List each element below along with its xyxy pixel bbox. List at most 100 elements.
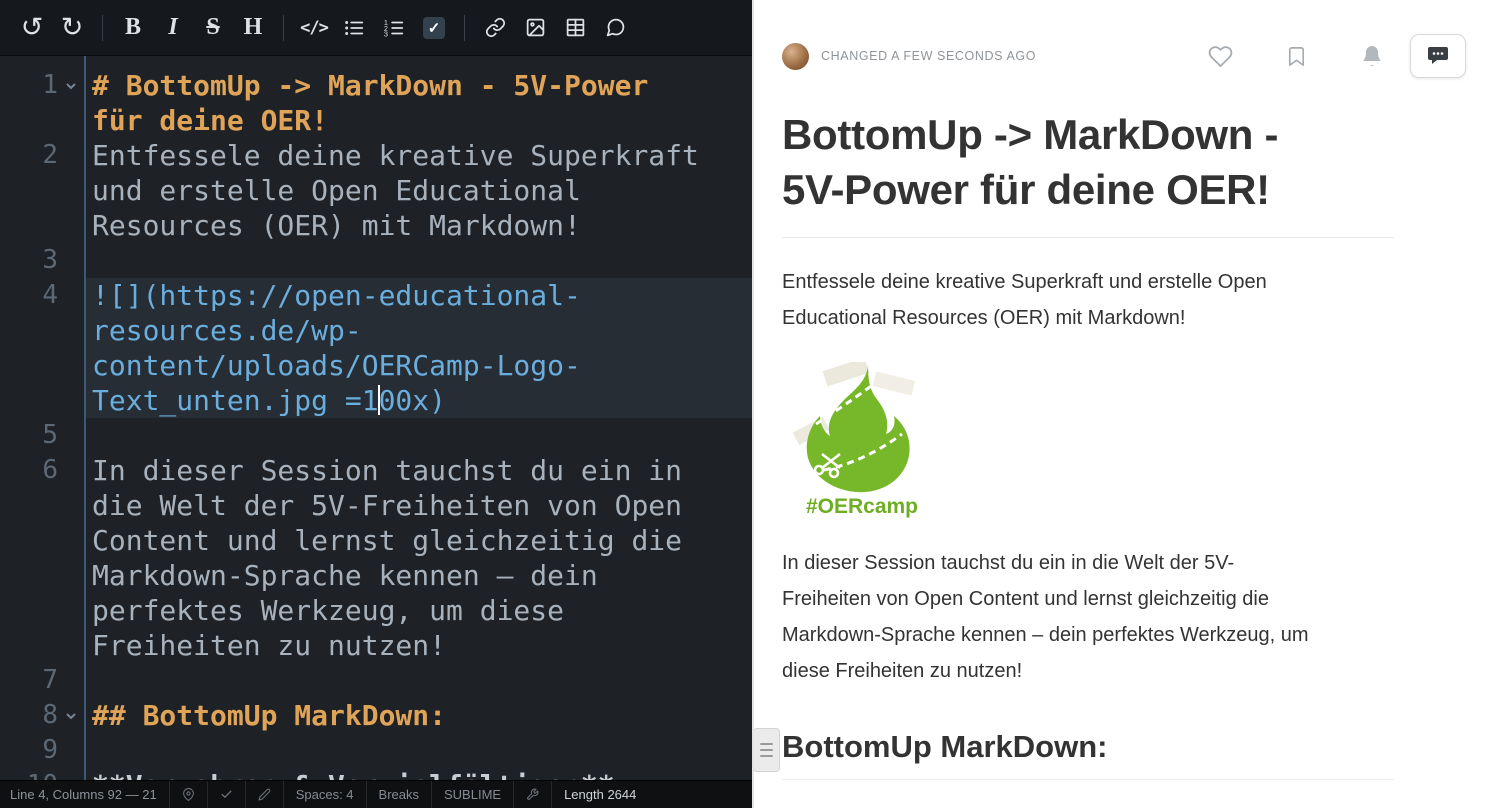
code-line-text[interactable]: Entfessele deine kreative Superkraft und… <box>86 138 752 243</box>
redo-icon: ↻ <box>61 12 84 43</box>
grip-line <box>760 755 773 757</box>
heading-icon: H <box>244 14 263 41</box>
line-number: 1 <box>0 68 58 103</box>
brush-icon <box>258 788 271 801</box>
image-button[interactable] <box>515 8 555 48</box>
code-line-text[interactable]: **Verwahren & Vervielfältigen** <box>86 768 752 780</box>
section-heading: BottomUp MarkDown: <box>782 729 1394 780</box>
editor-line: 8 ## BottomUp MarkDown: <box>0 698 752 733</box>
editor-line: 1 # BottomUp -> MarkDown - 5V-Power für … <box>0 68 752 138</box>
strikethrough-icon: S <box>206 14 219 41</box>
image-icon <box>525 17 546 38</box>
toolbar-divider <box>464 15 465 41</box>
oercamp-flame-logo <box>782 362 942 494</box>
line-gutter: 6 <box>0 453 84 663</box>
editor-pane: ↺ ↻ B I S H </> 123 ✓ <box>0 0 752 808</box>
editor-line: 6 In dieser Session tauchst du ein in di… <box>0 453 752 663</box>
spellcheck-status-button[interactable] <box>207 781 245 808</box>
undo-button[interactable]: ↺ <box>12 8 52 48</box>
url-text-before-cursor: ![](https://open-educational-resources.d… <box>92 279 581 417</box>
theme-brush-button[interactable] <box>245 781 283 808</box>
line-gutter: 5 <box>0 418 84 453</box>
code-line-text[interactable]: In dieser Session tauchst du ein in die … <box>86 453 752 663</box>
editor-line: 3 <box>0 243 752 278</box>
indent-setting[interactable]: Spaces: 4 <box>283 781 366 808</box>
editor-line-active: 4 ![](https://open-educational-resources… <box>0 278 752 418</box>
svg-text:3: 3 <box>384 29 388 38</box>
line-gutter: 4 <box>0 278 84 418</box>
heading-button[interactable]: H <box>233 8 273 48</box>
keymap-setting[interactable]: SUBLIME <box>431 781 513 808</box>
code-editor[interactable]: 1 # BottomUp -> MarkDown - 5V-Power für … <box>0 56 752 780</box>
editor-line: 5 <box>0 418 752 453</box>
checklist-icon: ✓ <box>423 17 445 39</box>
last-changed-label: CHANGED A FEW SECONDS AGO <box>821 49 1036 63</box>
line-number: 4 <box>0 278 58 313</box>
bell-icon <box>1360 44 1384 68</box>
open-comments-button[interactable] <box>1410 34 1466 78</box>
line-number: 6 <box>0 453 58 488</box>
bullet-list-icon <box>343 17 365 39</box>
comment-button[interactable] <box>595 8 635 48</box>
code-line-text[interactable] <box>86 418 752 453</box>
line-gutter: 1 <box>0 68 84 138</box>
speech-bubble-icon <box>1426 44 1450 68</box>
line-number: 7 <box>0 663 58 698</box>
code-line-text[interactable]: ![](https://open-educational-resources.d… <box>86 278 752 418</box>
page-title: BottomUp -> MarkDown - 5V-Power für dein… <box>782 108 1342 217</box>
bold-icon: B <box>125 14 141 41</box>
preview-pane: CHANGED A FEW SECONDS AGO BottomUp -> Ma… <box>752 0 1500 808</box>
line-number: 8 <box>0 698 58 733</box>
bold-button[interactable]: B <box>113 8 153 48</box>
code-line-text[interactable]: ## BottomUp MarkDown: <box>86 698 752 733</box>
editor-line: 10 **Verwahren & Vervielfältigen** <box>0 768 752 780</box>
line-number: 5 <box>0 418 58 453</box>
editor-line: 9 <box>0 733 752 768</box>
link-button[interactable] <box>475 8 515 48</box>
table-button[interactable] <box>555 8 595 48</box>
notifications-button[interactable] <box>1360 44 1384 68</box>
paragraph: Entfessele deine kreative Superkraft und… <box>782 264 1310 336</box>
preferences-button[interactable] <box>513 781 551 808</box>
line-number: 2 <box>0 138 58 173</box>
redo-button[interactable]: ↻ <box>52 8 92 48</box>
document-length-status: Length 2644 <box>551 781 648 808</box>
toolbar-divider <box>283 15 284 41</box>
split-drag-handle[interactable] <box>753 728 780 772</box>
linebreak-setting[interactable]: Breaks <box>366 781 431 808</box>
strikethrough-button[interactable]: S <box>193 8 233 48</box>
bullet-list-button[interactable] <box>334 8 374 48</box>
code-icon: </> <box>300 18 328 38</box>
editor-statusbar: Line 4, Columns 92 — 21 Spaces: 4 Breaks… <box>0 780 752 808</box>
document-meta-row: CHANGED A FEW SECONDS AGO <box>782 34 1466 78</box>
fold-caret-icon[interactable] <box>58 68 84 103</box>
checklist-button[interactable]: ✓ <box>414 8 454 48</box>
like-button[interactable] <box>1208 44 1233 69</box>
grip-line <box>760 749 773 751</box>
link-icon <box>485 17 506 38</box>
author-avatar[interactable] <box>782 43 809 70</box>
line-gutter: 3 <box>0 243 84 278</box>
line-number: 9 <box>0 733 58 768</box>
line-gutter: 10 <box>0 768 84 780</box>
fold-caret-icon[interactable] <box>58 698 84 733</box>
table-icon <box>565 17 586 38</box>
editor-line: 2 Entfessele deine kreative Superkraft u… <box>0 138 752 243</box>
code-line-text[interactable] <box>86 243 752 278</box>
line-gutter: 2 <box>0 138 84 243</box>
line-gutter: 9 <box>0 733 84 768</box>
numbered-list-button[interactable]: 123 <box>374 8 414 48</box>
code-line-text[interactable] <box>86 663 752 698</box>
code-line-text[interactable]: # BottomUp -> MarkDown - 5V-Power für de… <box>86 68 752 138</box>
wrench-icon <box>526 788 539 801</box>
code-button[interactable]: </> <box>294 8 334 48</box>
code-line-text[interactable] <box>86 733 752 768</box>
line-gutter: 7 <box>0 663 84 698</box>
bookmark-button[interactable] <box>1285 45 1308 68</box>
line-number: 10 <box>0 768 58 780</box>
pin-status-button[interactable] <box>169 781 207 808</box>
line-number: 3 <box>0 243 58 278</box>
editor-toolbar: ↺ ↻ B I S H </> 123 ✓ <box>0 0 752 56</box>
map-pin-icon <box>182 788 195 801</box>
italic-button[interactable]: I <box>153 8 193 48</box>
